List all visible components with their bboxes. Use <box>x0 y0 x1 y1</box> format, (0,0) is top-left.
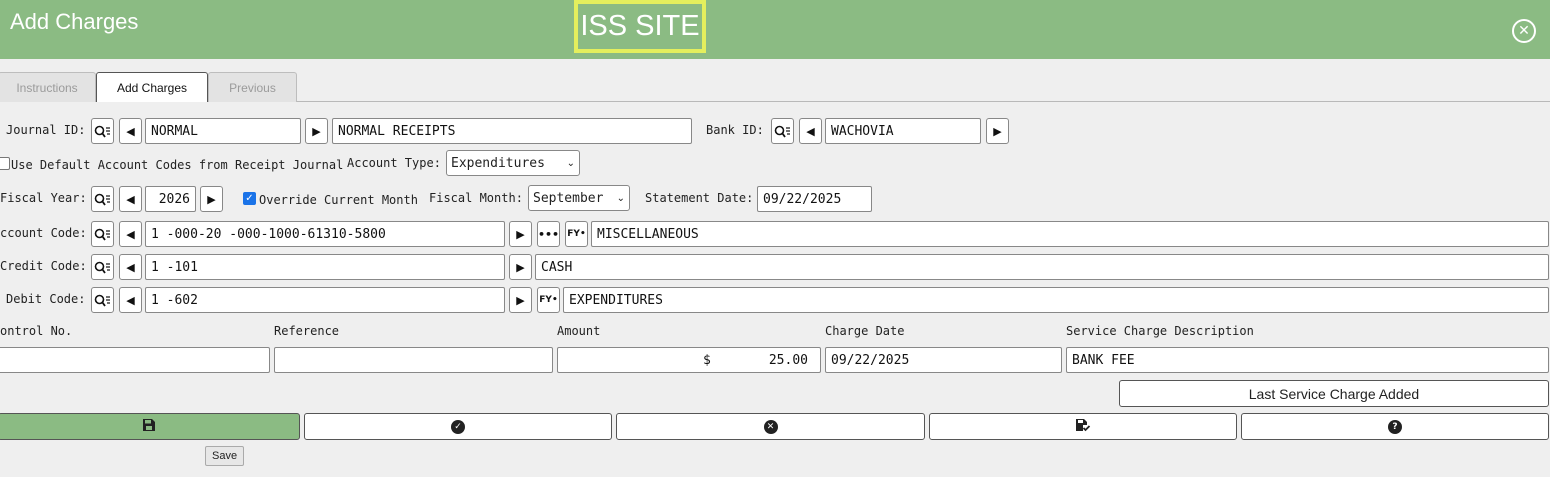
bank-id-label: Bank ID: <box>706 123 764 137</box>
charge-date-field[interactable]: 09/22/2025 <box>825 347 1062 373</box>
credit-code-description-field: CASH <box>535 254 1549 280</box>
journal-lookup-icon[interactable] <box>91 118 114 144</box>
tab-instructions[interactable]: Instructions <box>0 72 96 102</box>
bank-lookup-icon[interactable] <box>771 118 794 144</box>
account-code-prev-icon[interactable]: ◀ <box>119 221 142 247</box>
save-button[interactable] <box>0 413 300 440</box>
override-month-label: Override Current Month <box>259 193 418 207</box>
description-header: Service Charge Description <box>1066 324 1254 338</box>
confirm-button[interactable]: ✓ <box>304 413 612 440</box>
tab-previous[interactable]: Previous <box>208 72 297 102</box>
x-circle-icon: ✕ <box>763 419 778 434</box>
save-tooltip: Save <box>205 446 245 466</box>
fiscal-year-next-icon[interactable]: ▶ <box>200 186 223 212</box>
account-code-field[interactable]: 1 -000-20 -000-1000-61310-5800 <box>145 221 505 247</box>
fiscal-month-label: Fiscal Month: <box>429 191 523 205</box>
check-circle-icon: ✓ <box>451 419 465 434</box>
journal-prev-icon[interactable]: ◀ <box>119 118 142 144</box>
amount-header: Amount <box>557 324 601 338</box>
chevron-down-icon: ⌄ <box>566 157 575 169</box>
tab-add-charges[interactable]: Add Charges <box>96 72 208 102</box>
credit-code-field[interactable]: 1 -101 <box>145 254 505 280</box>
statement-date-label: Statement Date: <box>645 191 754 205</box>
fiscal-month-select[interactable]: September ⌄ <box>528 185 630 211</box>
ellipsis-icon[interactable]: ••• <box>537 221 560 247</box>
debit-code-description-field: EXPENDITURES <box>563 287 1549 313</box>
account-type-label: Account Type: <box>347 156 441 170</box>
floppy-check-icon <box>1075 418 1091 436</box>
reference-field[interactable] <box>274 347 553 373</box>
debit-code-label: Debit Code: <box>6 292 86 306</box>
debit-code-prev-icon[interactable]: ◀ <box>119 287 142 313</box>
journal-description-field: NORMAL RECEIPTS <box>332 118 692 144</box>
credit-code-prev-icon[interactable]: ◀ <box>119 254 142 280</box>
charge-date-header: Charge Date <box>825 324 905 338</box>
fy-icon[interactable]: FY• <box>537 287 560 313</box>
header-bar: Add Charges ISS SITE ✕ <box>0 0 1550 59</box>
chevron-down-icon: ⌄ <box>616 192 625 204</box>
override-month-checkbox[interactable]: ✓ <box>243 192 256 205</box>
journal-next-icon[interactable]: ▶ <box>305 118 328 144</box>
floppy-icon <box>142 418 156 436</box>
amount-value: 25.00 <box>768 352 808 368</box>
reference-header: Reference <box>274 324 340 338</box>
service-charge-description-field[interactable]: BANK FEE <box>1066 347 1549 373</box>
debit-code-next-icon[interactable]: ▶ <box>509 287 532 313</box>
default-codes-checkbox[interactable] <box>0 157 10 170</box>
fy-icon[interactable]: FY• <box>565 221 588 247</box>
account-code-next-icon[interactable]: ▶ <box>509 221 532 247</box>
account-type-value: Expenditures <box>451 155 545 171</box>
close-icon[interactable]: ✕ <box>1512 19 1536 43</box>
bank-next-icon[interactable]: ▶ <box>986 118 1009 144</box>
currency-symbol: $ <box>703 352 711 368</box>
account-code-label: ccount Code: <box>0 226 87 240</box>
last-service-charge-button[interactable]: Last Service Charge Added <box>1119 380 1549 407</box>
cancel-button[interactable]: ✕ <box>616 413 925 440</box>
account-code-description-field: MISCELLANEOUS <box>591 221 1549 247</box>
debit-code-lookup-icon[interactable] <box>91 287 114 313</box>
fiscal-year-field[interactable]: 2026 <box>145 186 196 212</box>
save-and-check-button[interactable] <box>929 413 1237 440</box>
fiscal-year-label: Fiscal Year: <box>0 191 87 205</box>
fiscal-year-lookup-icon[interactable] <box>91 186 114 212</box>
help-button[interactable]: ? <box>1241 413 1549 440</box>
credit-code-lookup-icon[interactable] <box>91 254 114 280</box>
credit-code-next-icon[interactable]: ▶ <box>509 254 532 280</box>
journal-id-field[interactable]: NORMAL <box>145 118 301 144</box>
statement-date-field[interactable]: 09/22/2025 <box>757 186 872 212</box>
amount-field[interactable]: $ 25.00 <box>557 347 821 373</box>
fiscal-month-value: September <box>533 190 604 206</box>
default-codes-label: Use Default Account Codes from Receipt J… <box>11 158 344 172</box>
question-circle-icon: ? <box>1388 419 1402 434</box>
site-badge: ISS SITE <box>574 0 706 53</box>
account-type-select[interactable]: Expenditures ⌄ <box>446 150 580 176</box>
bank-prev-icon[interactable]: ◀ <box>799 118 822 144</box>
debit-code-field[interactable]: 1 -602 <box>145 287 505 313</box>
window-title: Add Charges <box>10 9 139 34</box>
bank-id-field[interactable]: WACHOVIA <box>825 118 981 144</box>
control-no-header: ontrol No. <box>0 324 73 338</box>
journal-id-label: Journal ID: <box>6 123 86 137</box>
credit-code-label: Credit Code: <box>0 259 87 273</box>
fiscal-year-prev-icon[interactable]: ◀ <box>119 186 142 212</box>
control-no-field[interactable] <box>0 347 270 373</box>
account-code-lookup-icon[interactable] <box>91 221 114 247</box>
